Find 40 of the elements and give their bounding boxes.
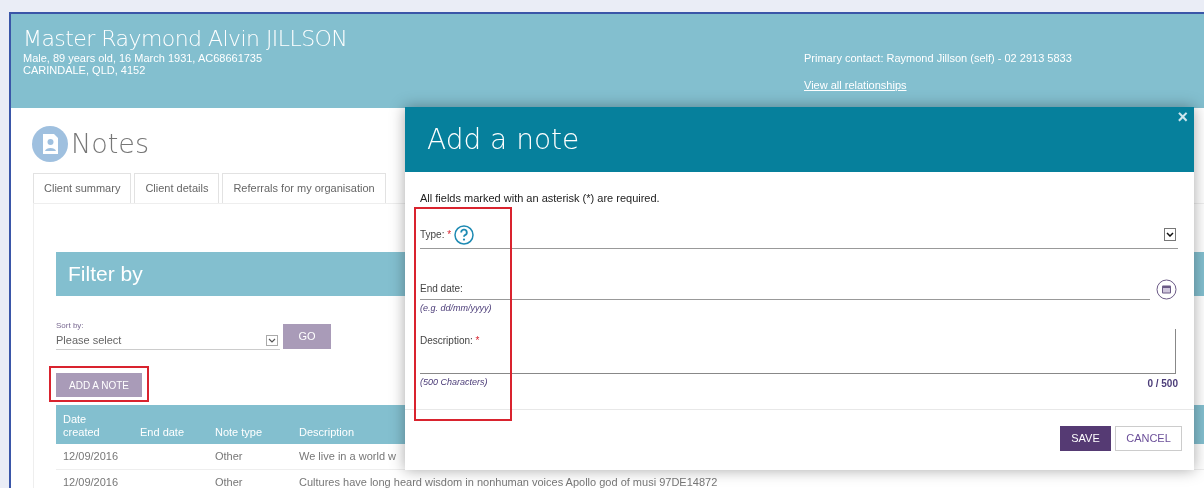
- tab[interactable]: Client details: [134, 172, 220, 203]
- field-label: End date:: [420, 281, 463, 296]
- chevron-icon: [1166, 232, 1174, 237]
- modal-title: Add a note: [427, 121, 580, 158]
- help-icon[interactable]: [454, 224, 475, 245]
- required-note: All fields marked with an asterisk (*) are required.: [420, 191, 661, 206]
- cancel-button[interactable]: CANCEL: [1115, 426, 1182, 451]
- date-hint: (e.g. dd/mm/yyyy): [420, 301, 493, 315]
- table-cell-text: Cultures have long heard wisdom in nonhuman voices Apollo god of musi 97DE14872: [298, 475, 718, 488]
- field-label: Description: *: [420, 334, 480, 348]
- column-header: Description: [298, 426, 355, 439]
- column-header: Date created: [62, 413, 101, 439]
- client-name: Master Raymond Alvin JILLSON: [23, 26, 348, 52]
- sort-label: Sort by:: [56, 319, 85, 332]
- table-cell-text: Other: [214, 475, 244, 488]
- page-title: Notes: [71, 127, 149, 161]
- table-cell-text: Other: [214, 449, 244, 465]
- column-header: End date: [139, 426, 186, 439]
- save-button[interactable]: SAVE: [1060, 426, 1111, 451]
- sort-select[interactable]: Please select: [56, 331, 280, 350]
- tab[interactable]: Referrals for my organisation: [222, 172, 386, 203]
- end-date-field[interactable]: End date:: [420, 280, 1150, 300]
- tab[interactable]: Client summary: [33, 172, 132, 203]
- table-cell-text: 12/09/2016: [62, 449, 120, 465]
- table-cell-text: 12/09/2016: [62, 475, 120, 488]
- field-label: Type: *: [420, 228, 452, 242]
- client-details: Male, 89 years old, 16 March 1931, AC68661735: [23, 52, 264, 64]
- chevron-icon: [268, 337, 276, 343]
- notes-icon: [31, 125, 69, 164]
- close-button[interactable]: ×: [1177, 107, 1188, 127]
- table-cell-text: We live in a world w: [298, 449, 396, 465]
- char-count: 0 / 500: [1147, 377, 1178, 391]
- column-header: Note type: [214, 426, 264, 439]
- description-field[interactable]: [420, 329, 1176, 374]
- calendar-icon[interactable]: [1156, 278, 1177, 300]
- type-select[interactable]: Type: *: [420, 224, 1178, 249]
- filter-title: Filter by: [68, 260, 143, 287]
- primary-contact: Primary contact: Raymond Jillson (self) - 02 2913 5833: [804, 51, 1072, 66]
- char-hint: (500 Characters): [420, 376, 488, 389]
- client-address: CARINDALE, QLD, 4152: [23, 64, 147, 76]
